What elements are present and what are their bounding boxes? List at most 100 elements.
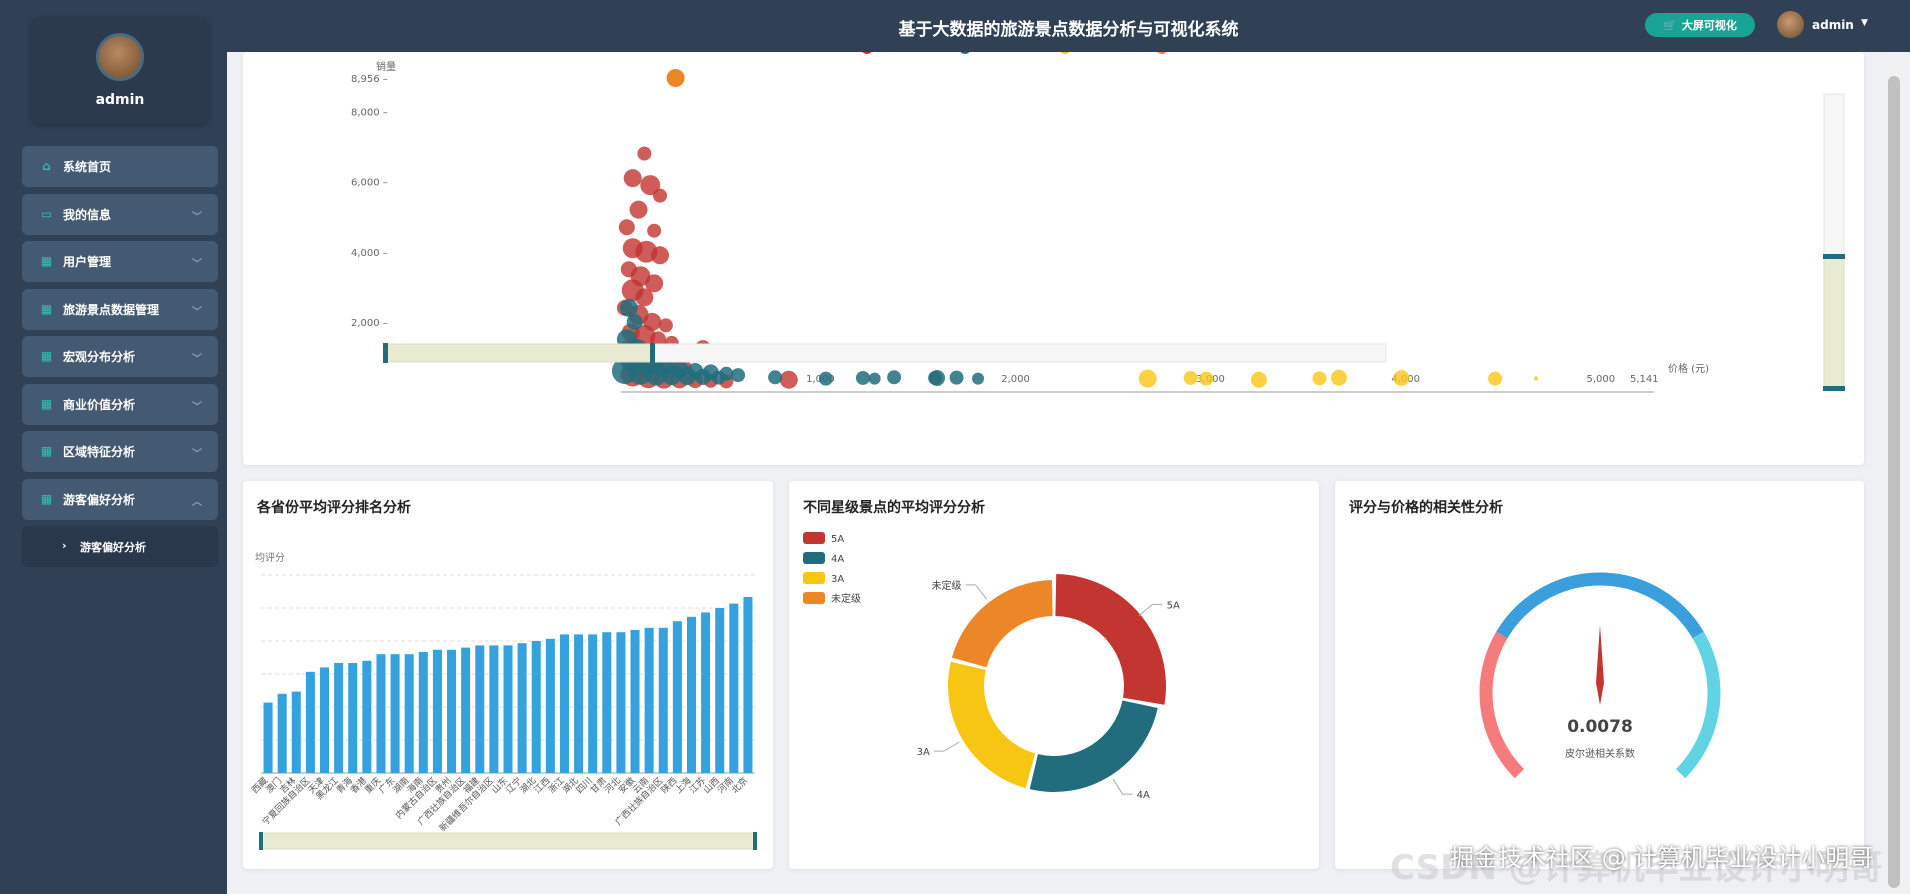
scatter-point: [647, 223, 662, 238]
chevron-down-icon: ﹀: [192, 449, 202, 460]
legend-label: 5A: [831, 534, 844, 545]
bar: [715, 608, 725, 773]
correlation-chart-title: 评分与价格的相关性分析: [1349, 500, 1503, 516]
label-line: [1138, 603, 1163, 617]
chevron-down-icon: ﹀: [192, 211, 202, 223]
x-zoom-handle-right: [753, 832, 757, 850]
legend-marker: [803, 592, 825, 604]
star-chart-title: 不同星级景点的平均评分分析: [803, 500, 985, 516]
scatter-point: [626, 313, 643, 330]
bar: [418, 652, 428, 773]
bar: [390, 654, 400, 773]
bar: [658, 627, 668, 773]
sidebar-subitem-visitor-preference[interactable]: › 游客偏好分析: [22, 526, 218, 567]
big-screen-label: 大屏可视化: [1681, 19, 1737, 32]
bar: [729, 603, 739, 773]
scatter-point: [972, 372, 985, 385]
sidebar: admin ⌂ 系统首页 ▭ 我的信息 ﹀ ▦ 用户管理 ﹀ ▦ 旅游景点数据管理 ﹀ ▦ 宏观分布分析…: [0, 0, 227, 894]
donut-slice: [1055, 574, 1166, 705]
sidebar-item-0[interactable]: ⌂ 系统首页: [22, 146, 218, 187]
x-tick-label: 5,141: [1630, 374, 1659, 385]
y-tick-label: 4,000 –: [351, 248, 388, 259]
caret-down-icon[interactable]: ▼: [1861, 18, 1868, 28]
sidebar-item-6[interactable]: ▦ 区域特征分析 ﹀: [22, 431, 218, 472]
bar: [319, 667, 330, 773]
bar: [701, 612, 711, 773]
scatter-point: [1199, 371, 1214, 386]
bar: [447, 649, 457, 773]
x-zoom-handle-left: [259, 832, 263, 850]
scrollbar-thumb[interactable]: [1888, 76, 1900, 888]
y-axis-label: 均评分: [255, 552, 285, 564]
scatter-point: [949, 370, 964, 385]
gauge-needle: [1596, 625, 1604, 705]
legend-marker: [803, 572, 825, 584]
sidebar-subitem-label: 游客偏好分析: [80, 540, 146, 554]
scatter-point: [731, 368, 746, 383]
correlation-gauge: 0.0078 皮尔逊相关系数: [1479, 572, 1721, 779]
bar: [362, 660, 372, 773]
sidebar-item-label: 用户管理: [63, 255, 112, 269]
sidebar-item-label: 商业价值分析: [63, 397, 136, 412]
chevron-down-icon: ﹀: [192, 354, 202, 365]
grid-icon: ▦: [40, 301, 53, 316]
top-bar: 基于大数据的旅游景点数据分析与可视化系统 🛒 大屏可视化 admin ▼: [227, 0, 1910, 52]
sidebar-item-label: 旅游景点数据管理: [63, 302, 160, 317]
sidebar-item-7[interactable]: ▦ 游客偏好分析 ︿: [22, 478, 218, 520]
sidebar-item-5[interactable]: ▦ 商业价值分析 ﹀: [22, 383, 218, 425]
monitor-icon: ▭: [40, 206, 53, 221]
sidebar-item-3[interactable]: ▦ 旅游景点数据管理 ﹀: [22, 288, 218, 330]
top-avatar[interactable]: [1777, 11, 1804, 38]
scatter-point: [651, 246, 670, 265]
scatter-chart: 销量价格 (元) 2,000 – 4,000 – 6,000 – 8,000 – 8,95…: [351, 52, 1845, 393]
sidebar-item-4[interactable]: ▦ 宏观分布分析 ﹀: [22, 336, 218, 377]
scatter-point: [618, 219, 635, 236]
scatter-point: [623, 169, 642, 188]
scatter-point: [868, 372, 881, 385]
scatter-point: [629, 200, 648, 219]
scatter-point: [1393, 369, 1410, 386]
bar: [432, 649, 442, 773]
chevron-right-icon: ›: [62, 539, 67, 552]
scatter-point: [818, 371, 833, 386]
x-zoom-handle-left: [383, 343, 388, 363]
sidebar-item-label: 我的信息: [63, 207, 112, 222]
top-username[interactable]: admin: [1812, 18, 1854, 32]
label-line: [965, 584, 987, 600]
donut-slice: [1029, 700, 1158, 792]
donut-slice: [948, 661, 1036, 789]
scatter-point: [887, 370, 902, 385]
scatter-point: [855, 370, 870, 385]
scatter-point: [1312, 371, 1327, 386]
scatter-point: [1534, 376, 1539, 381]
bar: [334, 663, 344, 773]
page-scrollbar[interactable]: [1884, 52, 1904, 894]
bar: [376, 654, 386, 773]
legend-marker: [803, 532, 825, 544]
scatter-point: [694, 368, 711, 385]
sidebar-item-label: 区域特征分析: [63, 445, 136, 459]
big-screen-button[interactable]: 🛒 大屏可视化: [1645, 13, 1755, 37]
bar: [517, 643, 527, 773]
province-rating-card: 均评分 西藏 澳门 吉林 宁夏回族自治区 天津 黑龙江 青海 香港 重庆 广东 湖南 海南 内蒙古自治区贵…: [243, 481, 773, 869]
bar: [602, 632, 612, 773]
sidebar-item-2[interactable]: ▦ 用户管理 ﹀: [22, 241, 218, 282]
scatter-point: [768, 370, 783, 385]
legend-label: 3A: [831, 574, 844, 585]
sidebar-menu: ⌂ 系统首页 ▭ 我的信息 ﹀ ▦ 用户管理 ﹀ ▦ 旅游景点数据管理 ﹀ ▦ 宏观分布分析 ﹀ ▦ 商业价值…: [22, 146, 218, 574]
sidebar-item-1[interactable]: ▭ 我的信息 ﹀: [22, 193, 218, 235]
bar: [277, 693, 287, 773]
scatter-point: [1138, 369, 1157, 388]
bar: [404, 654, 414, 773]
grid-icon: ▦: [40, 254, 53, 268]
avatar[interactable]: [96, 33, 144, 81]
scatter-point: [1183, 370, 1198, 385]
bar: [545, 638, 555, 773]
watermark: 掘金技术社区 @ 计算机毕业设计小明哥: [1450, 844, 1874, 872]
sidebar-item-label: 游客偏好分析: [63, 492, 136, 507]
province-bar-chart: 均评分西藏澳门吉林宁夏回族自治区天津黑龙江青海香港重庆广东湖南海南内蒙古自治区贵…: [249, 552, 757, 850]
scatter-point: [666, 69, 685, 87]
x-zoom-window: [385, 343, 654, 363]
grid-icon: ▦: [40, 349, 53, 363]
sidebar-item-label: 宏观分布分析: [63, 350, 136, 364]
